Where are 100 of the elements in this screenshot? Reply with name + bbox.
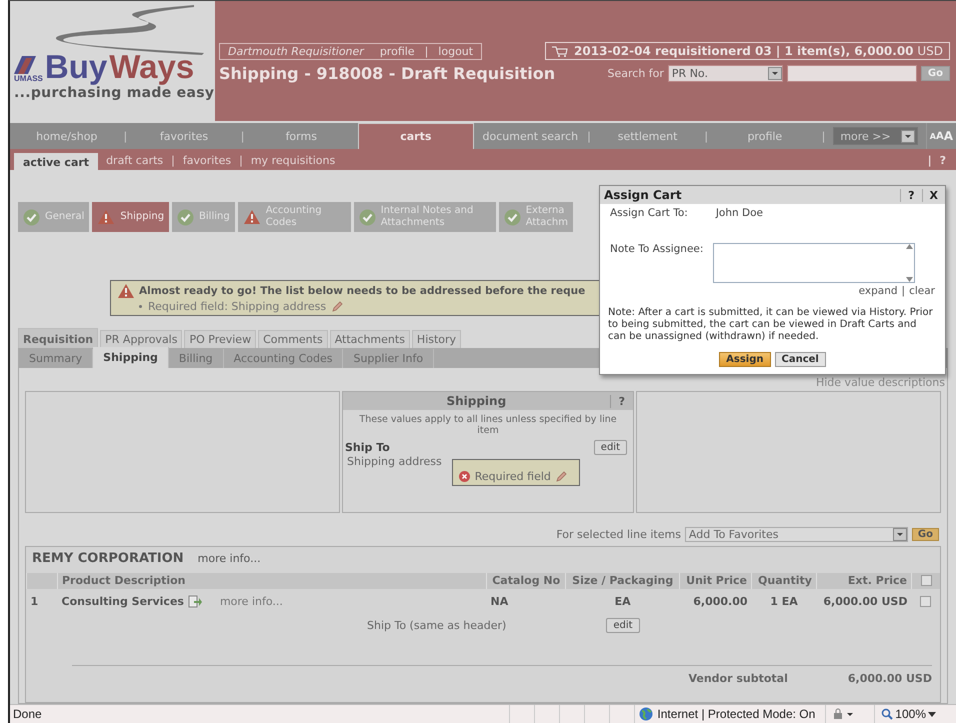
- logo-org: UMASS: [14, 74, 43, 83]
- more-dropdown[interactable]: more >>: [833, 127, 918, 145]
- tab[interactable]: Requisition: [18, 328, 98, 348]
- go-button[interactable]: Go: [912, 528, 939, 541]
- nav-tab[interactable]: profile: [708, 123, 822, 149]
- subnav-link[interactable]: favorites: [174, 152, 240, 168]
- step-tab[interactable]: Shipping: [92, 202, 170, 232]
- check-icon: [358, 208, 376, 226]
- separator: |: [587, 128, 591, 145]
- search-type-select[interactable]: PR No.: [668, 65, 783, 82]
- close-button[interactable]: X: [922, 188, 945, 202]
- column-header: Quantity: [752, 573, 816, 589]
- note-field[interactable]: [713, 243, 916, 283]
- dialog-title: Assign Cart: [604, 188, 683, 202]
- field-label: Assign Cart To:: [610, 207, 688, 219]
- text-size-control[interactable]: AAA: [926, 123, 956, 149]
- column-header: Catalog No: [486, 573, 566, 589]
- separator: |: [902, 285, 906, 297]
- dropdown-icon[interactable]: [892, 528, 907, 541]
- nav-tab[interactable]: document search: [474, 123, 588, 149]
- column-header: Ext. Price: [816, 573, 912, 589]
- assignee-name: John Doe: [716, 207, 763, 219]
- help-link[interactable]: ?: [610, 394, 633, 408]
- product-name[interactable]: Consulting Services: [62, 595, 184, 608]
- clear-link[interactable]: clear: [909, 285, 935, 297]
- subtab[interactable]: Billing: [168, 349, 224, 368]
- tab[interactable]: History: [412, 330, 462, 348]
- subnav-link[interactable]: my requisitions: [242, 152, 344, 168]
- edit-button[interactable]: edit: [606, 618, 640, 633]
- dropdown-icon[interactable]: [768, 67, 782, 80]
- help-link[interactable]: ?: [940, 154, 946, 166]
- bullet: [139, 305, 142, 308]
- nav-tab[interactable]: forms: [244, 123, 358, 149]
- separator: |: [239, 154, 243, 166]
- pencil-icon[interactable]: [556, 471, 567, 482]
- panel-title: Shipping: [445, 394, 508, 408]
- table-cell: EA: [566, 589, 680, 614]
- scroll-up-icon[interactable]: [906, 244, 913, 249]
- check-icon: [23, 208, 40, 226]
- step-tab[interactable]: Billing: [172, 202, 235, 232]
- tab[interactable]: Comments: [258, 330, 328, 348]
- cancel-button[interactable]: Cancel: [774, 352, 826, 367]
- subnav-link[interactable]: active cart: [14, 152, 98, 172]
- search-field[interactable]: [786, 65, 917, 82]
- table-cell: NA: [486, 589, 566, 614]
- more-info-link[interactable]: more info...: [198, 552, 261, 565]
- scroll-down-icon[interactable]: [906, 277, 913, 282]
- subtab[interactable]: Shipping: [93, 347, 169, 368]
- ship-to-label: Ship To: [345, 441, 390, 454]
- subnav-link[interactable]: draft carts: [98, 152, 172, 168]
- step-tab[interactable]: Externa Attachm: [498, 202, 573, 232]
- error-text: Required field: [474, 470, 551, 483]
- subtab[interactable]: Accounting Codes: [224, 349, 344, 368]
- step-tab[interactable]: Internal Notes and Attachments: [354, 202, 496, 232]
- subtotal-value: 6,000.00 USD: [848, 672, 932, 685]
- check-icon: [504, 208, 521, 226]
- subtotal-label: Vendor subtotal: [688, 672, 788, 685]
- logo-tagline: ...purchasing made easy: [14, 85, 214, 101]
- checkbox[interactable]: [920, 596, 932, 608]
- expand-link[interactable]: expand: [858, 285, 898, 297]
- edit-button[interactable]: edit: [594, 440, 627, 455]
- cart-summary[interactable]: 2013-02-04 requisitionerd 03 | 1 item(s), 6,000.00 USD: [545, 42, 950, 60]
- column-header: Unit Price: [679, 573, 752, 589]
- step-tab[interactable]: Accounting Codes: [238, 202, 351, 232]
- nav-tab[interactable]: favorites: [127, 123, 241, 149]
- subtab[interactable]: Supplier Info: [343, 349, 434, 368]
- zoom-level[interactable]: 100%: [895, 707, 926, 721]
- checkbox[interactable]: [920, 575, 932, 586]
- document-arrow-icon[interactable]: [188, 595, 202, 608]
- nav-tab[interactable]: settlement: [590, 123, 704, 149]
- tab[interactable]: Attachments: [330, 330, 410, 348]
- dropdown-icon[interactable]: [900, 130, 915, 142]
- nav-tab[interactable]: home/shop: [10, 123, 124, 149]
- go-button[interactable]: Go: [920, 66, 950, 81]
- road-icon: [54, 5, 204, 55]
- dropdown-icon[interactable]: [928, 712, 936, 716]
- warning-icon: [117, 283, 135, 299]
- nav-tab[interactable]: carts: [358, 123, 474, 149]
- cart-icon: [552, 45, 568, 57]
- help-button[interactable]: ?: [900, 188, 922, 202]
- table-cell: 1 EA: [752, 589, 816, 614]
- security-zone: Internet | Protected Mode: On: [657, 707, 816, 721]
- assign-button[interactable]: Assign: [719, 352, 770, 367]
- error-icon: [458, 471, 470, 482]
- warning-icon: [242, 209, 261, 225]
- lock-icon[interactable]: [832, 708, 854, 720]
- step-tab[interactable]: General: [18, 202, 90, 232]
- more-info-link[interactable]: more info...: [220, 595, 283, 608]
- status-text: Done: [12, 707, 43, 721]
- separator: |: [822, 128, 826, 145]
- pencil-icon[interactable]: [332, 301, 344, 312]
- alert-title: Almost ready to go! The list below needs to be addressed before the reque: [139, 285, 586, 297]
- header-link[interactable]: logout: [438, 44, 474, 58]
- panel-description: These values apply to all lines unless specified by line item: [358, 413, 618, 436]
- header-link[interactable]: profile: [380, 44, 415, 58]
- tab[interactable]: PR Approvals: [100, 330, 182, 348]
- tab[interactable]: PO Preview: [184, 330, 256, 348]
- alert-item[interactable]: Required field: Shipping address: [148, 300, 326, 313]
- separator: |: [928, 154, 932, 166]
- line-action-select[interactable]: Add To Favorites: [684, 527, 908, 542]
